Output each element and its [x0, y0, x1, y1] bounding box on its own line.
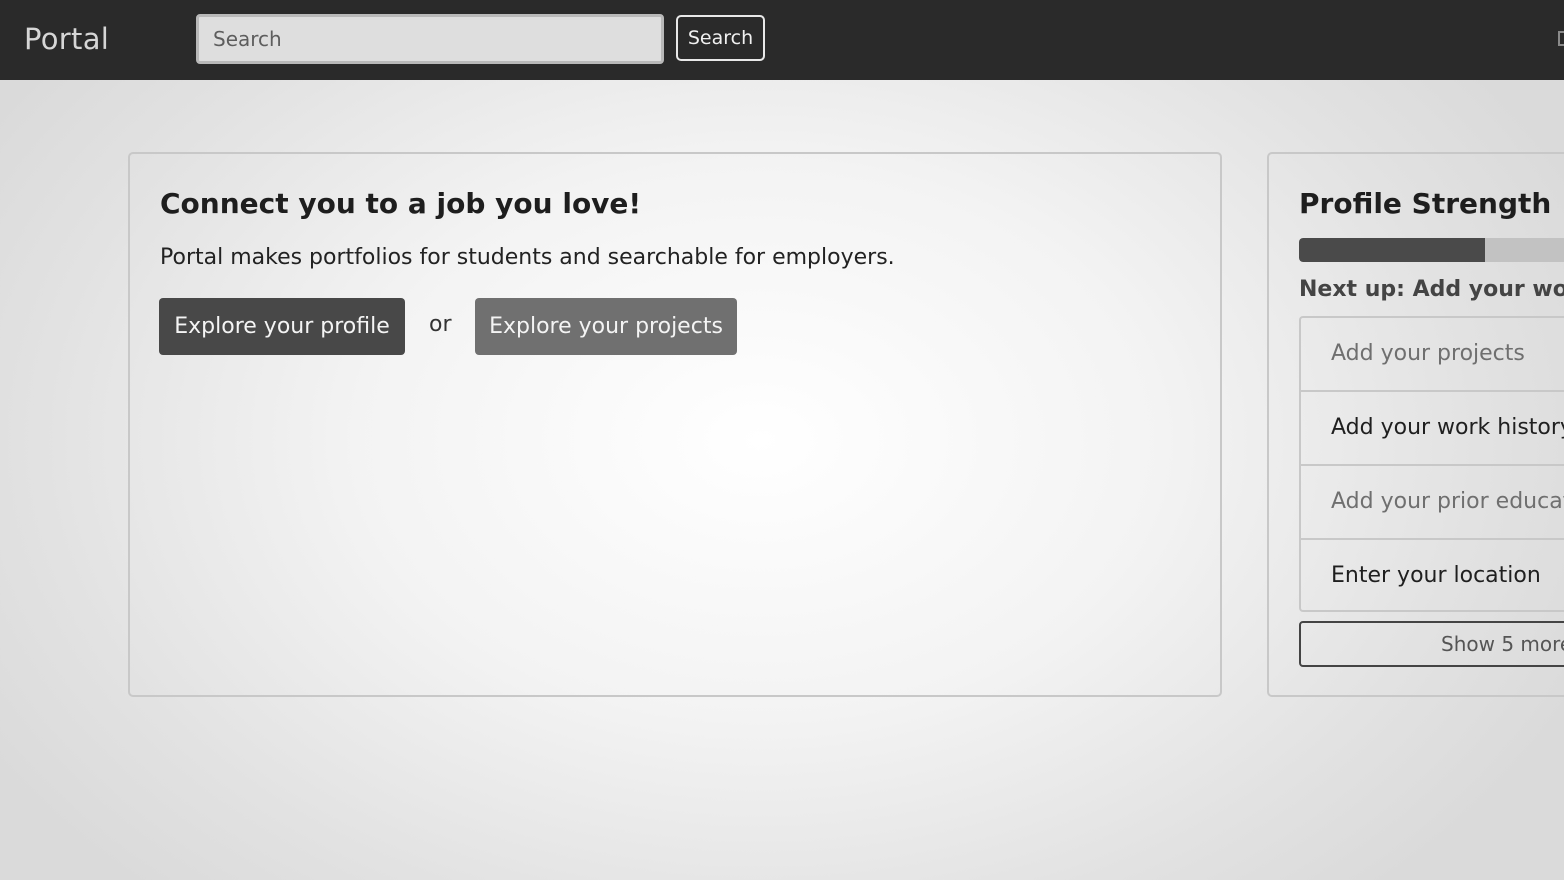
- hero-card: Connect you to a job you love! Portal ma…: [128, 152, 1222, 697]
- hero-title: Connect you to a job you love!: [160, 187, 642, 220]
- profile-strength-card: Profile Strength Next up: Add your work …: [1267, 152, 1564, 697]
- next-up-label: Next up: Add your work: [1299, 277, 1564, 302]
- explore-projects-button[interactable]: Explore your projects: [475, 298, 737, 355]
- task-add-work-history[interactable]: Add your work history: [1299, 390, 1564, 464]
- profile-strength-title: Profile Strength: [1299, 187, 1552, 220]
- menu-toggle-icon[interactable]: [1558, 31, 1564, 46]
- task-add-projects[interactable]: Add your projects: [1299, 316, 1564, 390]
- hero-subtitle: Portal makes portfolios for students and…: [160, 245, 895, 270]
- task-enter-location[interactable]: Enter your location: [1299, 538, 1564, 612]
- brand-logo-text[interactable]: Portal: [24, 20, 109, 58]
- explore-profile-button[interactable]: Explore your profile: [159, 298, 405, 355]
- task-add-prior-education[interactable]: Add your prior educat: [1299, 464, 1564, 538]
- profile-task-list: Add your projects Add your work history …: [1299, 316, 1564, 612]
- or-separator: or: [429, 312, 452, 337]
- show-more-button[interactable]: Show 5 more: [1299, 621, 1564, 667]
- top-navbar: Portal Search: [0, 0, 1564, 80]
- profile-strength-progress-bar: [1299, 238, 1564, 262]
- search-input[interactable]: [196, 14, 664, 64]
- search-button[interactable]: Search: [676, 15, 765, 61]
- profile-strength-progress-fill: [1299, 238, 1485, 262]
